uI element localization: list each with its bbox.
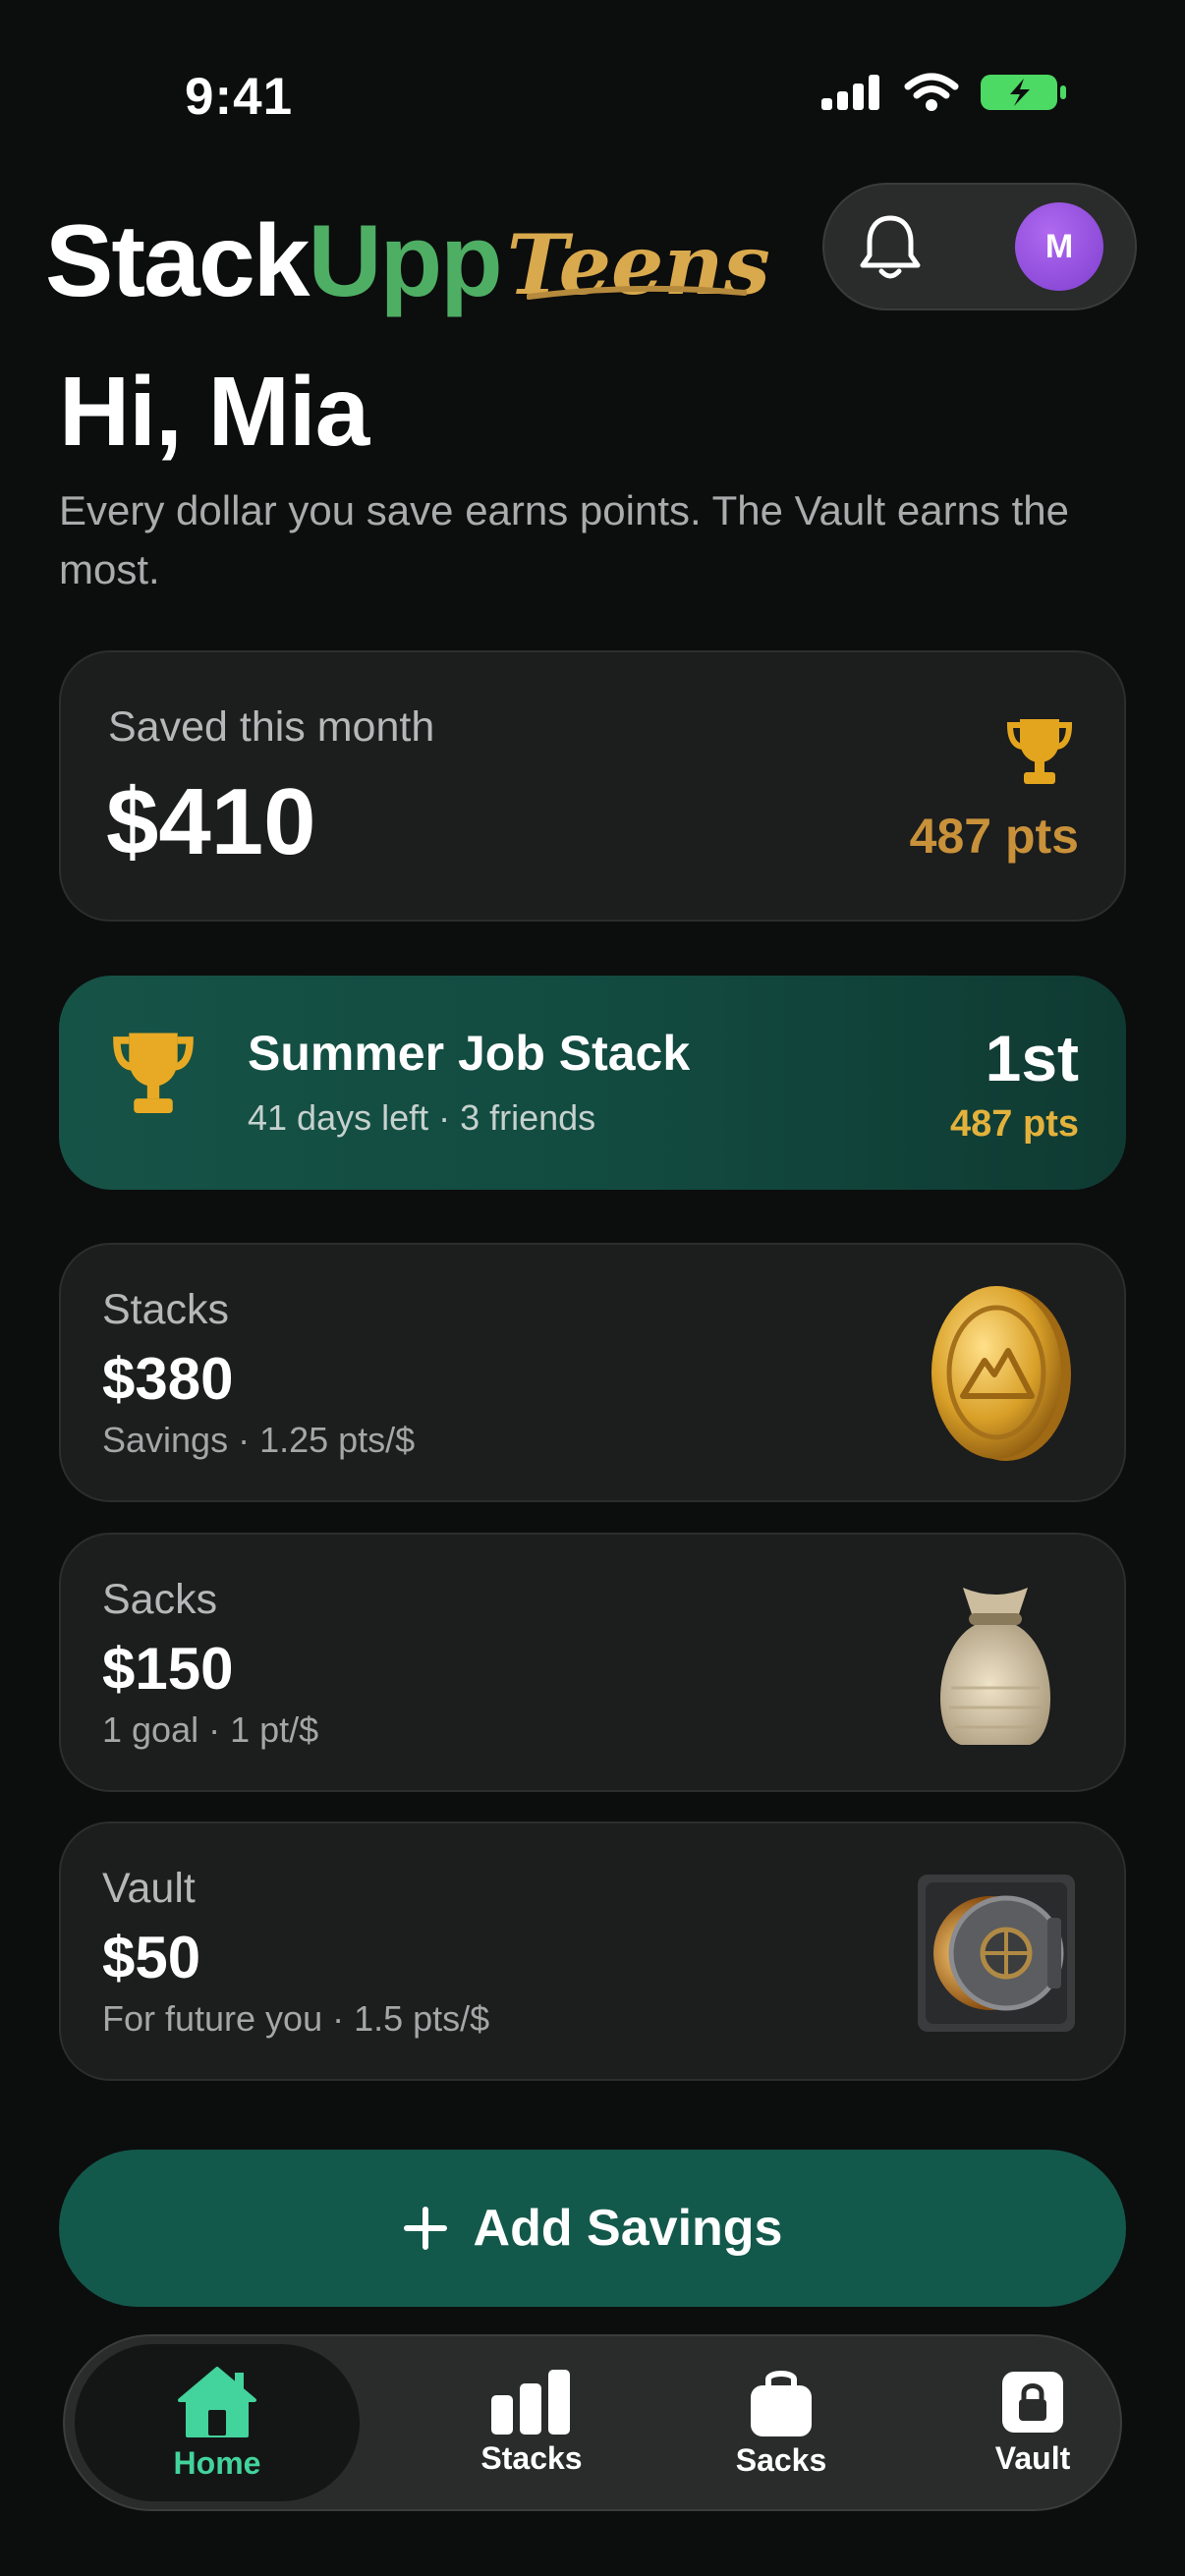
- account-amount: $150: [102, 1636, 234, 1702]
- bag-icon: [751, 2370, 812, 2436]
- cellular-signal-icon: [821, 75, 879, 110]
- home-icon: [178, 2366, 256, 2437]
- tab-label: Home: [173, 2444, 261, 2481]
- challenge-points: 487 pts: [950, 1103, 1079, 1145]
- logo-swash: [527, 285, 747, 300]
- tab-bar: Home Stacks Sacks Vault: [63, 2334, 1122, 2511]
- vault-card[interactable]: Vault $50 For future you · 1.5 pts/$: [59, 1821, 1126, 2081]
- header-actions: M: [822, 183, 1137, 310]
- wifi-icon: [904, 73, 959, 111]
- vault-door-icon: [918, 1875, 1075, 2032]
- page-title: Hi, Mia: [59, 357, 369, 467]
- saved-this-month-card[interactable]: Saved this month $410 487 pts: [59, 650, 1126, 922]
- money-sack-icon: [940, 1588, 1050, 1745]
- gold-coin-icon: [931, 1286, 1071, 1461]
- sacks-card[interactable]: Sacks $150 1 goal · 1 pt/$: [59, 1533, 1126, 1792]
- status-icons: [821, 73, 1067, 112]
- saved-amount: $410: [106, 769, 316, 874]
- account-label: Vault: [102, 1865, 196, 1912]
- saved-label: Saved this month: [108, 703, 435, 751]
- account-subtitle: Savings · 1.25 pts/$: [102, 1420, 416, 1460]
- status-time: 9:41: [185, 68, 294, 126]
- challenge-subtitle: 41 days left · 3 friends: [248, 1097, 596, 1138]
- logo-stack-text: Stack: [45, 204, 310, 318]
- tab-vault[interactable]: Vault: [880, 2344, 1185, 2501]
- trophy-icon: [1006, 719, 1073, 784]
- tab-label: Vault: [994, 2439, 1071, 2476]
- saved-points: 487 pts: [909, 809, 1079, 864]
- logo-upp-text: Upp: [308, 204, 503, 318]
- tab-label: Stacks: [480, 2439, 583, 2476]
- account-subtitle: 1 goal · 1 pt/$: [102, 1709, 319, 1750]
- account-amount: $380: [102, 1346, 234, 1412]
- account-label: Stacks: [102, 1286, 230, 1333]
- trophy-icon: [113, 1033, 194, 1113]
- challenge-rank: 1st: [985, 1022, 1079, 1094]
- add-savings-button[interactable]: Add Savings: [59, 2150, 1126, 2307]
- stacks-card[interactable]: Stacks $380 Savings · 1.25 pts/$: [59, 1243, 1126, 1502]
- page-subtitle: Every dollar you save earns points. The …: [59, 487, 1070, 592]
- account-label: Sacks: [102, 1576, 218, 1623]
- battery-charging-icon: [981, 75, 1066, 110]
- account-amount: $50: [102, 1925, 201, 1990]
- bell-icon[interactable]: [858, 212, 923, 281]
- challenge-card[interactable]: Summer Job Stack 41 days left · 3 friend…: [59, 976, 1126, 1190]
- tab-label: Sacks: [735, 2441, 827, 2478]
- plus-icon: [403, 2207, 447, 2250]
- lock-icon: [1002, 2371, 1063, 2433]
- add-savings-label: Add Savings: [473, 2200, 783, 2257]
- tab-home[interactable]: Home: [75, 2344, 360, 2501]
- account-subtitle: For future you · 1.5 pts/$: [102, 1998, 490, 2039]
- bar-chart-icon: [491, 2369, 570, 2435]
- challenge-title: Summer Job Stack: [248, 1026, 691, 1081]
- avatar[interactable]: M: [1015, 202, 1103, 291]
